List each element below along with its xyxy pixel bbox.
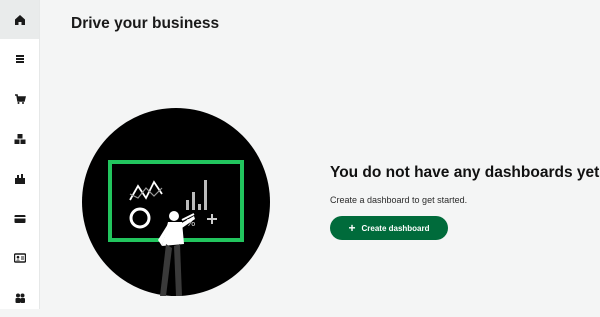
menu-list-icon [15, 54, 24, 63]
home-icon [14, 14, 25, 25]
nav-item-team[interactable] [0, 278, 39, 317]
card-icon [14, 214, 25, 223]
create-dashboard-label: Create dashboard [361, 223, 430, 233]
plus-icon: + [348, 221, 356, 235]
empty-state-subtext: Create a dashboard to get started. [330, 195, 468, 205]
presenter-chalkboard-illustration: % [82, 108, 270, 296]
create-dashboard-button[interactable]: + Create dashboard [330, 216, 448, 240]
users-icon [15, 293, 25, 303]
page-title: Drive your business [71, 15, 220, 32]
nav-item-menu[interactable] [0, 39, 39, 78]
sidebar [0, 0, 40, 309]
nav-item-customers[interactable] [0, 238, 39, 277]
nav-item-cart[interactable] [0, 79, 39, 118]
cart-icon [14, 93, 26, 104]
nav-item-payments[interactable] [0, 199, 39, 238]
main-content: Drive your business % You do not have an… [40, 0, 600, 309]
nav-item-reports[interactable] [0, 159, 39, 198]
empty-state-heading: You do not have any dashboards yet. [330, 164, 600, 181]
nav-item-home[interactable] [0, 0, 39, 39]
contact-card-icon [13, 252, 26, 263]
bar-chart-icon [14, 173, 25, 184]
nav-item-products[interactable] [0, 119, 39, 158]
boxes-icon [14, 133, 25, 144]
